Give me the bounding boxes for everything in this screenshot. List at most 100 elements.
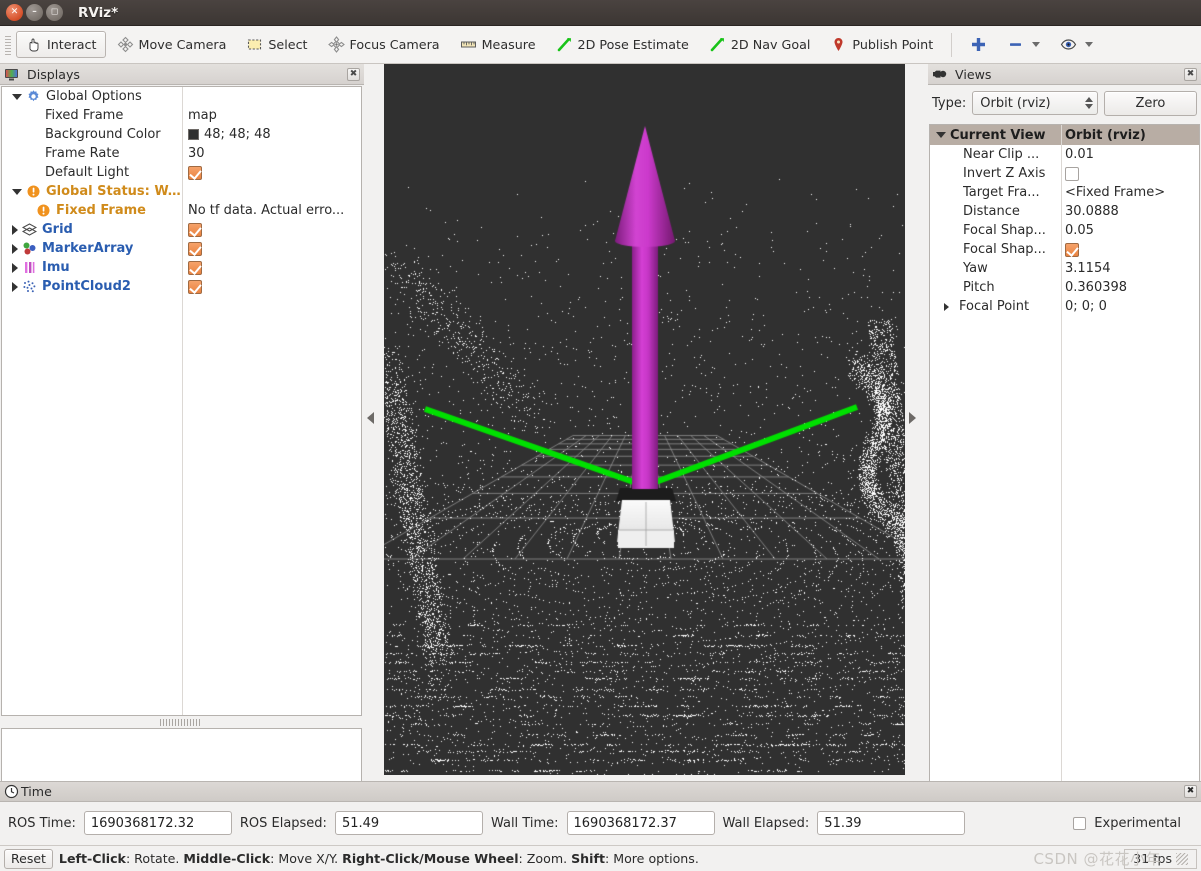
window-close-button[interactable]: ✕ — [6, 4, 23, 21]
window-title: RViz* — [78, 4, 119, 21]
display-row[interactable]: Fixed Frame No tf data. Actual erro... — [2, 201, 361, 220]
view-property-row[interactable]: Target Fra... <Fixed Frame> — [930, 183, 1199, 202]
displays-viewport-splitter[interactable] — [366, 64, 376, 781]
time-field-input[interactable]: 1690368172.32 — [83, 811, 232, 835]
display-row-label: Frame Rate — [45, 146, 120, 161]
chevron-down-icon[interactable] — [1085, 42, 1094, 47]
hint-segment: Middle-Click — [183, 851, 271, 866]
time-panel: Time ✖ ROS Time: 1690368172.32 ROS Elapsed… — [0, 781, 1201, 845]
displays-horizontal-splitter[interactable] — [160, 719, 200, 726]
view-property-row[interactable]: Pitch 0.360398 — [930, 278, 1199, 297]
display-enabled-checkbox[interactable] — [188, 241, 202, 256]
render-canvas[interactable] — [384, 64, 905, 775]
no-icon — [36, 146, 40, 161]
chevron-right-icon[interactable] — [12, 243, 18, 254]
display-row[interactable]: Imu — [2, 258, 361, 277]
color-swatch[interactable] — [188, 129, 199, 140]
display-row[interactable]: Default Light — [2, 163, 361, 182]
3d-viewport[interactable] — [384, 64, 905, 775]
views-tree[interactable]: Current View Orbit (rviz) Near Clip ... 0… — [929, 124, 1200, 796]
chevron-down-icon[interactable] — [936, 132, 946, 138]
spinner-icon[interactable] — [1084, 97, 1093, 109]
displays-tree[interactable]: Global Options Fixed Frame map Background C… — [1, 86, 362, 716]
chevron-down-icon[interactable] — [1032, 42, 1041, 47]
view-property-row[interactable]: Near Clip ... 0.01 — [930, 145, 1199, 164]
display-enabled-checkbox[interactable] — [188, 222, 202, 237]
chevron-down-icon[interactable] — [12, 188, 22, 195]
view-property-row[interactable]: Focal Shap... 0.05 — [930, 221, 1199, 240]
chevron-down-icon[interactable] — [12, 93, 22, 100]
view-property-value-text: 3.1154 — [1065, 261, 1111, 276]
displays-close-button[interactable]: ✖ — [347, 67, 360, 81]
display-enabled-checkbox[interactable] — [188, 279, 202, 294]
time-field-input[interactable]: 51.49 — [334, 811, 483, 835]
chevron-right-icon[interactable] — [944, 302, 950, 311]
views-close-button[interactable]: ✖ — [1184, 67, 1197, 81]
view-property-row[interactable]: Distance 30.0888 — [930, 202, 1199, 221]
display-row[interactable]: Background Color 48; 48; 48 — [2, 125, 361, 144]
zero-button[interactable]: Zero — [1103, 90, 1197, 116]
toolbar-grip[interactable] — [4, 33, 12, 56]
time-field-input[interactable]: 51.39 — [817, 811, 966, 835]
view-type-select[interactable]: Orbit (rviz) — [972, 91, 1098, 115]
view-property-row[interactable]: Focal Point 0; 0; 0 — [930, 297, 1199, 316]
tool-remove-view[interactable] — [998, 31, 1049, 58]
display-row[interactable]: Fixed Frame map — [2, 106, 361, 125]
expand-right-triangle-icon[interactable] — [909, 412, 916, 424]
tool-publish-point[interactable]: Publish Point — [821, 31, 942, 58]
view-property-row[interactable]: Invert Z Axis — [930, 164, 1199, 183]
view-property-row[interactable]: Focal Shap... — [930, 240, 1199, 259]
views-column-divider[interactable] — [1061, 125, 1062, 795]
tool-add-view[interactable] — [961, 31, 996, 58]
window-maximize-button[interactable]: ◻ — [46, 4, 63, 21]
tool-move-camera[interactable]: Move Camera — [108, 31, 236, 58]
views-rows: Near Clip ... 0.01 Invert Z Axis Target Fra… — [930, 145, 1199, 316]
tool-select[interactable]: Select — [237, 31, 316, 58]
display-enabled-checkbox[interactable] — [188, 165, 202, 180]
chevron-right-icon[interactable] — [12, 281, 18, 292]
display-row-label: Imu — [42, 260, 70, 275]
map-pin-icon — [830, 36, 847, 53]
time-panel-title: Time — [21, 784, 52, 799]
chevron-right-icon[interactable] — [12, 224, 18, 235]
reset-button[interactable]: Reset — [4, 848, 53, 869]
time-field-label: ROS Elapsed: — [239, 815, 327, 831]
view-property-value-text: 0; 0; 0 — [1065, 299, 1107, 314]
tool-measure[interactable]: Measure — [451, 31, 545, 58]
viewport-views-splitter[interactable] — [907, 64, 917, 781]
window-minimize-button[interactable]: – — [26, 4, 43, 21]
view-property-row[interactable]: Yaw 3.1154 — [930, 259, 1199, 278]
tool-2d-nav-goal[interactable]: 2D Nav Goal — [700, 31, 820, 58]
warning-icon — [36, 203, 51, 218]
display-row[interactable]: Grid — [2, 220, 361, 239]
experimental-checkbox[interactable] — [1073, 816, 1087, 830]
tool-2d-pose-estimate[interactable]: 2D Pose Estimate — [547, 31, 698, 58]
eye-icon — [1060, 36, 1077, 53]
display-row-value-text: map — [188, 108, 217, 123]
chevron-right-icon[interactable] — [12, 262, 18, 273]
views-panel: Views ✖ Type: Orbit (rviz) Zero Current … — [928, 64, 1201, 836]
collapse-left-triangle-icon[interactable] — [367, 412, 374, 424]
hint-segment: Shift — [571, 851, 605, 866]
view-property-value: 0.360398 — [1061, 280, 1199, 295]
view-property-checkbox[interactable] — [1065, 166, 1079, 181]
resize-grip-icon[interactable] — [1176, 852, 1188, 865]
display-row[interactable]: PointCloud2 — [2, 277, 361, 296]
display-row[interactable]: Global Status: W... — [2, 182, 361, 201]
tool-visibility[interactable] — [1051, 31, 1102, 58]
display-row[interactable]: MarkerArray — [2, 239, 361, 258]
tool-focus-camera[interactable]: Focus Camera — [319, 31, 449, 58]
displays-monitor-icon — [4, 67, 21, 82]
view-property-checkbox[interactable] — [1065, 242, 1079, 257]
view-property-label: Focal Point — [959, 299, 1030, 314]
display-enabled-checkbox[interactable] — [188, 260, 202, 275]
hint-segment: Left-Click — [58, 851, 126, 866]
display-row[interactable]: Frame Rate 30 — [2, 144, 361, 163]
display-row[interactable]: Global Options — [2, 87, 361, 106]
time-field-label: Wall Time: — [490, 815, 559, 831]
time-close-button[interactable]: ✖ — [1184, 785, 1197, 798]
time-field-input[interactable]: 1690368172.37 — [566, 811, 715, 835]
view-type-row: Type: Orbit (rviz) Zero — [932, 90, 1197, 116]
status-bar: Reset Left-Click: Rotate. Middle-Click: … — [0, 845, 1201, 871]
tool-interact[interactable]: Interact — [16, 31, 106, 58]
